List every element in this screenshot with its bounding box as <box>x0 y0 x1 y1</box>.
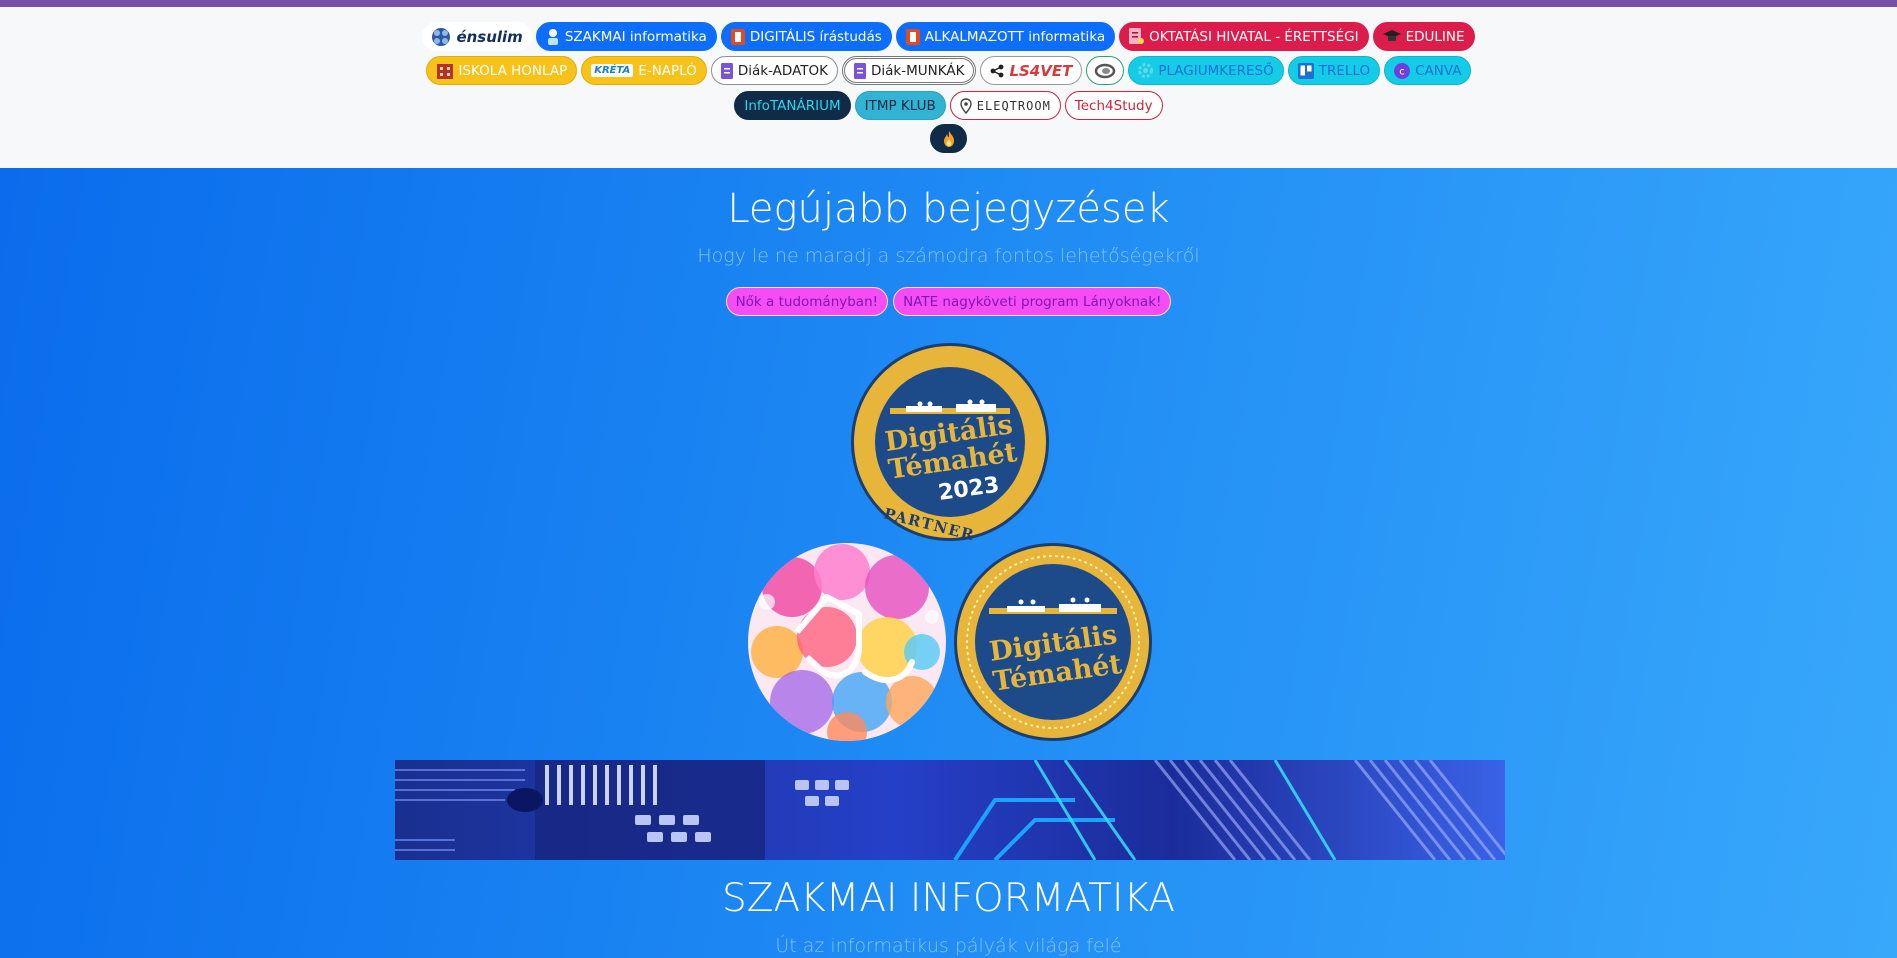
digitalis-temahet-partner-logo: Digitális Témahét 2023 PARTNER <box>851 343 1049 544</box>
itmp-klub-label: ITMP KLUB <box>864 97 936 114</box>
tech4study-label: Tech4Study <box>1074 97 1153 114</box>
infotanarium-label: InfoTANÁRIUM <box>744 97 841 114</box>
circuit-board-image <box>395 760 1505 860</box>
oktatasi-hivatal-label: OKTATÁSI HIVATAL - ÉRETTSÉGI <box>1149 28 1359 45</box>
tech4study-button[interactable]: Tech4Study <box>1064 91 1163 120</box>
graduation-cap-icon <box>1382 29 1401 41</box>
ensulim-logo-icon <box>432 27 451 46</box>
digitalis-temahet-partner-badge[interactable]: Digitális Témahét 2023 PARTNER <box>850 342 1050 544</box>
szakmai-informatika-subtitle: Út az informatikus pályák világa felé <box>775 935 1122 957</box>
doc-icon <box>720 62 733 79</box>
circuit-board-banner[interactable] <box>395 760 1505 860</box>
office-icon <box>905 28 920 45</box>
trello-label: TRELLO <box>1318 62 1371 79</box>
fire-link-button[interactable] <box>930 124 967 153</box>
document-icon <box>1129 28 1145 44</box>
digitalis-temahet-badge[interactable]: Digitális Témahét <box>953 542 1153 742</box>
itmp-klub-button[interactable]: ITMP KLUB <box>854 91 946 120</box>
infotanarium-button[interactable]: InfoTANÁRIUM <box>734 91 851 120</box>
e-naplo-button[interactable]: KRÉTA E-NAPLÓ <box>581 56 707 85</box>
eleqtroom-button[interactable]: ELEQTROOM <box>949 91 1061 120</box>
digitalis-irastudas-button[interactable]: DIGITÁLIS írástudás <box>720 22 892 51</box>
bubbles-logo <box>748 543 946 741</box>
share-icon <box>991 64 1004 77</box>
canva-label: CANVA <box>1415 62 1462 79</box>
building-icon <box>436 63 453 79</box>
fire-icon <box>943 130 954 147</box>
office-icon <box>730 28 745 45</box>
nav-row-2: ISKOLA HONLAP KRÉTA E-NAPLÓ Diák-ADATOK … <box>0 56 1897 85</box>
hero-section: Legújabb bejegyzések Hogy le ne maradj a… <box>0 168 1897 958</box>
swirl-link-button[interactable] <box>1086 56 1125 85</box>
gear-icon <box>1138 63 1154 78</box>
doc-icon <box>853 62 866 79</box>
canva-button[interactable]: c CANVA <box>1384 56 1472 85</box>
nav-row-1: énsulim SZAKMAI informatika DIGITÁLIS ír… <box>0 22 1897 51</box>
svg-text:c: c <box>1399 66 1405 77</box>
digitalis-irastudas-label: DIGITÁLIS írástudás <box>749 28 882 45</box>
school-icon <box>547 28 558 45</box>
ls4vet-button[interactable]: LS4VET <box>980 56 1083 85</box>
eduline-label: EDULINE <box>1405 28 1465 45</box>
szakmai-informatika-label: SZAKMAI informatika <box>564 28 707 45</box>
diak-adatok-label: Diák-ADATOK <box>737 62 828 79</box>
diak-adatok-button[interactable]: Diák-ADATOK <box>710 56 838 85</box>
trello-icon <box>1297 62 1314 79</box>
tag-nate-nagykoveti[interactable]: NATE nagyköveti program Lányoknak! <box>893 287 1172 316</box>
e-naplo-label: E-NAPLÓ <box>638 62 697 79</box>
diak-munkak-button[interactable]: Diák-MUNKÁK <box>841 56 977 85</box>
swirl-icon <box>1095 63 1116 78</box>
kreta-logo-icon: KRÉTA <box>591 64 634 77</box>
bubbles-logo-badge[interactable] <box>747 542 947 742</box>
tag-nok-a-tudomanyban[interactable]: Nők a tudományban! <box>725 287 889 316</box>
plagiumkereso-label: PLAGIUMKERESŐ <box>1158 62 1274 79</box>
latest-posts-subtitle: Hogy le ne maradj a számodra fontos lehe… <box>697 245 1200 267</box>
alkalmazott-informatika-label: ALKALMAZOTT informatika <box>924 28 1106 45</box>
nav-row-3: InfoTANÁRIUM ITMP KLUB ELEQTROOM Tech4St… <box>0 91 1897 120</box>
latest-posts-title: Legújabb bejegyzések <box>727 186 1170 232</box>
eleqtroom-label: ELEQTROOM <box>976 98 1051 113</box>
canva-icon: c <box>1394 62 1411 79</box>
nav-row-4 <box>0 124 1897 153</box>
top-nav: énsulim SZAKMAI informatika DIGITÁLIS ír… <box>0 7 1897 168</box>
top-accent-strip <box>0 0 1897 7</box>
szakmai-informatika-title: SZAKMAI INFORMATIKA <box>721 876 1176 921</box>
alkalmazott-informatika-button[interactable]: ALKALMAZOTT informatika <box>895 22 1116 51</box>
ensulim-link[interactable]: énsulim <box>422 22 532 51</box>
eduline-button[interactable]: EDULINE <box>1372 22 1475 51</box>
trello-button[interactable]: TRELLO <box>1287 56 1381 85</box>
location-pin-icon <box>960 97 972 114</box>
oktatasi-hivatal-button[interactable]: OKTATÁSI HIVATAL - ÉRETTSÉGI <box>1119 22 1369 51</box>
iskola-honlap-label: ISKOLA HONLAP <box>458 62 568 79</box>
szakmai-informatika-button[interactable]: SZAKMAI informatika <box>535 22 717 51</box>
diak-munkak-label: Diák-MUNKÁK <box>870 62 965 79</box>
iskola-honlap-button[interactable]: ISKOLA HONLAP <box>425 56 578 85</box>
digitalis-temahet-logo: Digitális Témahét <box>954 543 1152 741</box>
ls4vet-label: LS4VET <box>1009 61 1073 80</box>
ensulim-label: énsulim <box>456 27 523 46</box>
plagiumkereso-button[interactable]: PLAGIUMKERESŐ <box>1128 56 1284 85</box>
post-tags: Nők a tudományban! NATE nagyköveti progr… <box>0 287 1897 316</box>
